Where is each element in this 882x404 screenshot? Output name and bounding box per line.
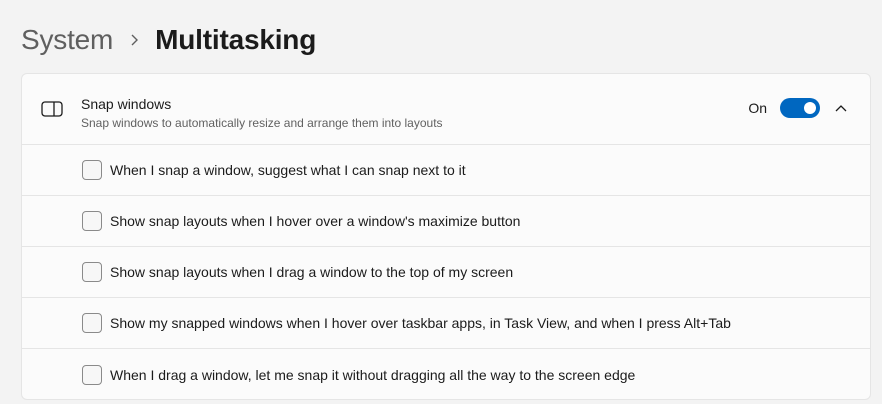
breadcrumb: System Multitasking: [21, 20, 316, 60]
toggle-knob: [804, 102, 816, 114]
checkbox-suggest-next[interactable]: [82, 160, 102, 180]
chevron-up-icon[interactable]: [834, 101, 848, 115]
option-label: When I snap a window, suggest what I can…: [110, 162, 466, 178]
breadcrumb-system-link[interactable]: System: [21, 24, 113, 56]
option-row-drag-edge[interactable]: When I drag a window, let me snap it wit…: [22, 349, 870, 399]
chevron-right-icon: [119, 33, 149, 47]
snap-windows-toggle[interactable]: [780, 98, 820, 118]
toggle-state-label: On: [748, 100, 767, 116]
option-label: When I drag a window, let me snap it wit…: [110, 366, 636, 383]
option-label: Show snap layouts when I drag a window t…: [110, 264, 514, 280]
snap-window-icon: [41, 101, 63, 117]
option-row-hover-maximize[interactable]: Show snap layouts when I hover over a wi…: [22, 196, 870, 247]
checkbox-show-snapped[interactable]: [82, 313, 102, 333]
option-label: Show snap layouts when I hover over a wi…: [110, 213, 521, 229]
option-row-suggest-next[interactable]: When I snap a window, suggest what I can…: [22, 145, 870, 196]
snap-windows-title: Snap windows: [81, 96, 172, 112]
snap-windows-header[interactable]: Snap windows Snap windows to automatical…: [22, 74, 870, 145]
option-row-show-snapped[interactable]: Show my snapped windows when I hover ove…: [22, 298, 870, 349]
checkbox-hover-maximize[interactable]: [82, 211, 102, 231]
page-title: Multitasking: [155, 24, 317, 55]
checkbox-drag-top[interactable]: [82, 262, 102, 282]
option-row-drag-top[interactable]: Show snap layouts when I drag a window t…: [22, 247, 870, 298]
checkbox-drag-edge[interactable]: [82, 364, 102, 385]
snap-windows-description: Snap windows to automatically resize and…: [81, 116, 443, 130]
snap-windows-card: Snap windows Snap windows to automatical…: [21, 73, 871, 400]
option-label: Show my snapped windows when I hover ove…: [110, 315, 731, 331]
